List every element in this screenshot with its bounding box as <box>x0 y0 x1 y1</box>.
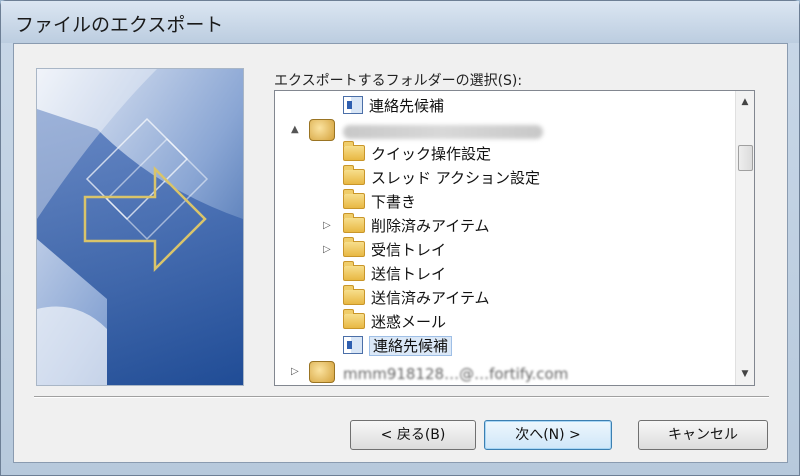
next-button[interactable]: 次へ(N) > <box>484 420 612 450</box>
scroll-up-button[interactable]: ▲ <box>736 93 754 111</box>
tree-item-conversation-actions[interactable]: スレッド アクション設定 <box>343 165 541 189</box>
expand-icon[interactable]: ▷ <box>323 215 331 237</box>
export-arrow-illustration <box>37 69 243 385</box>
contacts-icon <box>343 336 363 354</box>
window-title: ファイルのエクスポート <box>15 14 224 36</box>
titlebar[interactable]: ファイルのエクスポート <box>1 1 799 43</box>
expand-icon[interactable]: ▷ <box>291 361 299 383</box>
folder-icon <box>343 165 365 185</box>
folder-icon <box>343 285 365 305</box>
tree-item-label: 削除済みアイテム <box>371 217 490 235</box>
dialog-client-area: エクスポートするフォルダーの選択(S): 連絡先候補 ▲ クイック操作設定 スレ… <box>13 43 788 463</box>
mailbox-icon <box>309 119 335 141</box>
tree-item-sent-items[interactable]: 送信済みアイテム <box>343 285 490 309</box>
folder-icon <box>343 261 365 281</box>
tree-item-label: スレッド アクション設定 <box>371 169 541 187</box>
tree-item-mailbox-redacted[interactable]: ▲ <box>289 119 543 141</box>
tree-item-label: mmm918128…@…fortify.com <box>343 365 569 383</box>
mailbox-icon <box>309 361 335 383</box>
contacts-icon <box>343 96 363 114</box>
scroll-thumb[interactable] <box>738 145 753 171</box>
wizard-banner-image <box>36 68 244 386</box>
vertical-scrollbar[interactable]: ▲ ▼ <box>735 91 754 385</box>
back-button[interactable]: < 戻る(B) <box>350 420 476 450</box>
tree-item-junk-email[interactable]: 迷惑メール <box>343 309 447 333</box>
tree-item-second-account[interactable]: ▷ mmm918128…@…fortify.com <box>289 361 568 383</box>
tree-item-label: 受信トレイ <box>371 241 447 259</box>
tree-item-quick-steps[interactable]: クイック操作設定 <box>343 141 492 165</box>
folder-icon <box>343 141 365 161</box>
tree-item-label: 連絡先候補 <box>369 97 445 115</box>
folder-icon <box>343 309 365 329</box>
cancel-button[interactable]: キャンセル <box>638 420 768 450</box>
tree-item-label: 送信済みアイテム <box>371 289 490 307</box>
tree-item-drafts[interactable]: 下書き <box>343 189 417 213</box>
export-dialog-window: ファイルのエクスポート エクスポートするフォルダーの選択(S): 連絡先候補 ▲… <box>0 0 800 476</box>
tree-item-deleted-items[interactable]: ▷ 削除済みアイテム <box>323 213 490 237</box>
folder-tree[interactable]: 連絡先候補 ▲ クイック操作設定 スレッド アクション設定 下書き ▷ 削除済み… <box>274 90 755 386</box>
tree-item-outbox[interactable]: 送信トレイ <box>343 261 447 285</box>
redacted-account-name <box>343 125 543 139</box>
tree-item-label: 連絡先候補 <box>369 336 453 356</box>
expand-icon[interactable]: ▷ <box>323 239 331 261</box>
folder-icon <box>343 189 365 209</box>
folder-icon <box>343 213 365 233</box>
tree-item-inbox[interactable]: ▷ 受信トレイ <box>323 237 447 261</box>
tree-item-contacts-suggested-selected[interactable]: 連絡先候補 <box>343 335 453 357</box>
button-separator <box>34 396 769 398</box>
tree-item-label: 迷惑メール <box>371 313 447 331</box>
tree-item-label: クイック操作設定 <box>371 145 492 163</box>
folder-select-label: エクスポートするフォルダーの選択(S): <box>274 73 523 89</box>
collapse-icon[interactable]: ▲ <box>291 119 299 141</box>
tree-item-contacts-suggested-top[interactable]: 連絡先候補 <box>343 95 444 117</box>
tree-item-label: 下書き <box>371 193 417 211</box>
tree-item-label: 送信トレイ <box>371 265 447 283</box>
scroll-down-button[interactable]: ▼ <box>736 365 754 383</box>
folder-icon <box>343 237 365 257</box>
